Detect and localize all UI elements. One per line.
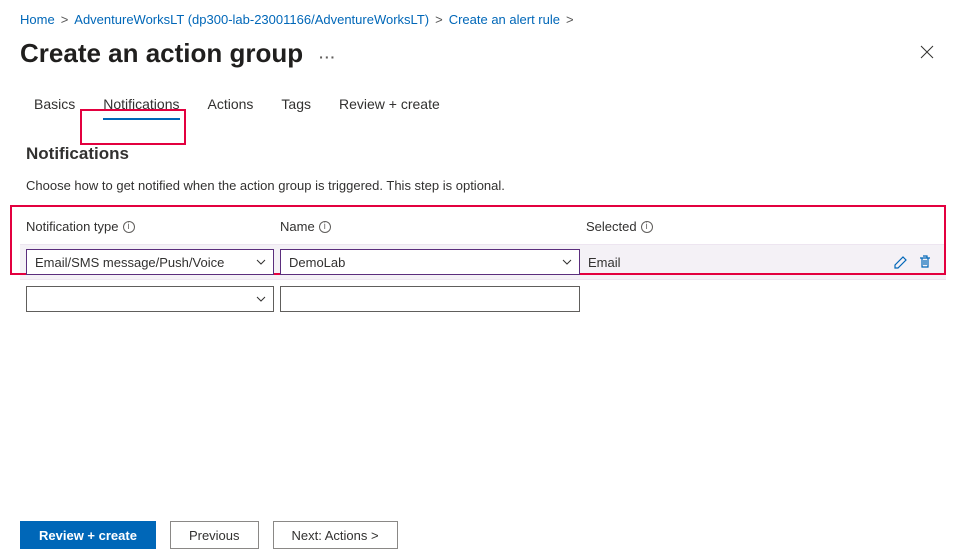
notification-name-input[interactable] — [280, 286, 580, 312]
input-value: DemoLab — [289, 255, 345, 270]
breadcrumb: Home > AdventureWorksLT (dp300-lab-23001… — [0, 0, 960, 31]
col-name: Name i — [280, 219, 580, 234]
info-icon[interactable]: i — [123, 221, 135, 233]
dropdown-value: Email/SMS message/Push/Voice — [35, 255, 224, 270]
chevron-down-icon — [561, 256, 573, 268]
review-create-button[interactable]: Review + create — [20, 521, 156, 549]
info-icon[interactable]: i — [641, 221, 653, 233]
tab-notifications[interactable]: Notifications — [89, 88, 193, 122]
tabs: Basics Notifications Actions Tags Review… — [0, 88, 960, 122]
page-title: Create an action group ··· — [20, 38, 336, 69]
trash-icon — [917, 254, 933, 270]
next-button[interactable]: Next: Actions > — [273, 521, 398, 549]
footer-actions: Review + create Previous Next: Actions > — [0, 521, 960, 555]
close-button[interactable] — [914, 37, 940, 70]
notification-type-select[interactable]: Email/SMS message/Push/Voice — [26, 249, 274, 275]
page-title-text: Create an action group — [20, 38, 303, 69]
chevron-right-icon: > — [61, 12, 69, 27]
pencil-icon — [893, 254, 909, 270]
chevron-right-icon: > — [566, 12, 574, 27]
breadcrumb-alert-rule[interactable]: Create an alert rule — [449, 12, 560, 27]
chevron-down-icon — [255, 293, 267, 305]
tab-actions[interactable]: Actions — [194, 88, 268, 122]
tab-tags[interactable]: Tags — [267, 88, 325, 122]
more-icon[interactable]: ··· — [319, 49, 336, 65]
breadcrumb-home[interactable]: Home — [20, 12, 55, 27]
notifications-section: Notifications Choose how to get notified… — [0, 122, 960, 312]
page-header: Create an action group ··· — [0, 31, 960, 88]
selected-value: Email — [586, 255, 846, 270]
info-icon[interactable]: i — [319, 221, 331, 233]
close-icon — [920, 45, 934, 59]
notification-row — [26, 286, 940, 312]
notification-row: Email/SMS message/Push/Voice DemoLab Ema… — [20, 244, 946, 280]
tab-basics[interactable]: Basics — [20, 88, 89, 122]
tab-review-create[interactable]: Review + create — [325, 88, 454, 122]
section-heading: Notifications — [26, 144, 940, 164]
row-actions — [846, 253, 940, 271]
delete-button[interactable] — [916, 253, 934, 271]
previous-button[interactable]: Previous — [170, 521, 259, 549]
col-label-text: Selected — [586, 219, 637, 234]
breadcrumb-resource[interactable]: AdventureWorksLT (dp300-lab-23001166/Adv… — [74, 12, 429, 27]
chevron-down-icon — [255, 256, 267, 268]
col-label-text: Name — [280, 219, 315, 234]
notifications-form: Notification type i Name i Selected i Em… — [26, 219, 940, 312]
column-headers: Notification type i Name i Selected i — [26, 219, 940, 234]
notification-name-input[interactable]: DemoLab — [280, 249, 580, 275]
col-label-text: Notification type — [26, 219, 119, 234]
notification-type-select[interactable] — [26, 286, 274, 312]
section-description: Choose how to get notified when the acti… — [26, 178, 940, 193]
edit-button[interactable] — [892, 253, 910, 271]
chevron-right-icon: > — [435, 12, 443, 27]
col-selected: Selected i — [586, 219, 846, 234]
col-notification-type: Notification type i — [26, 219, 274, 234]
